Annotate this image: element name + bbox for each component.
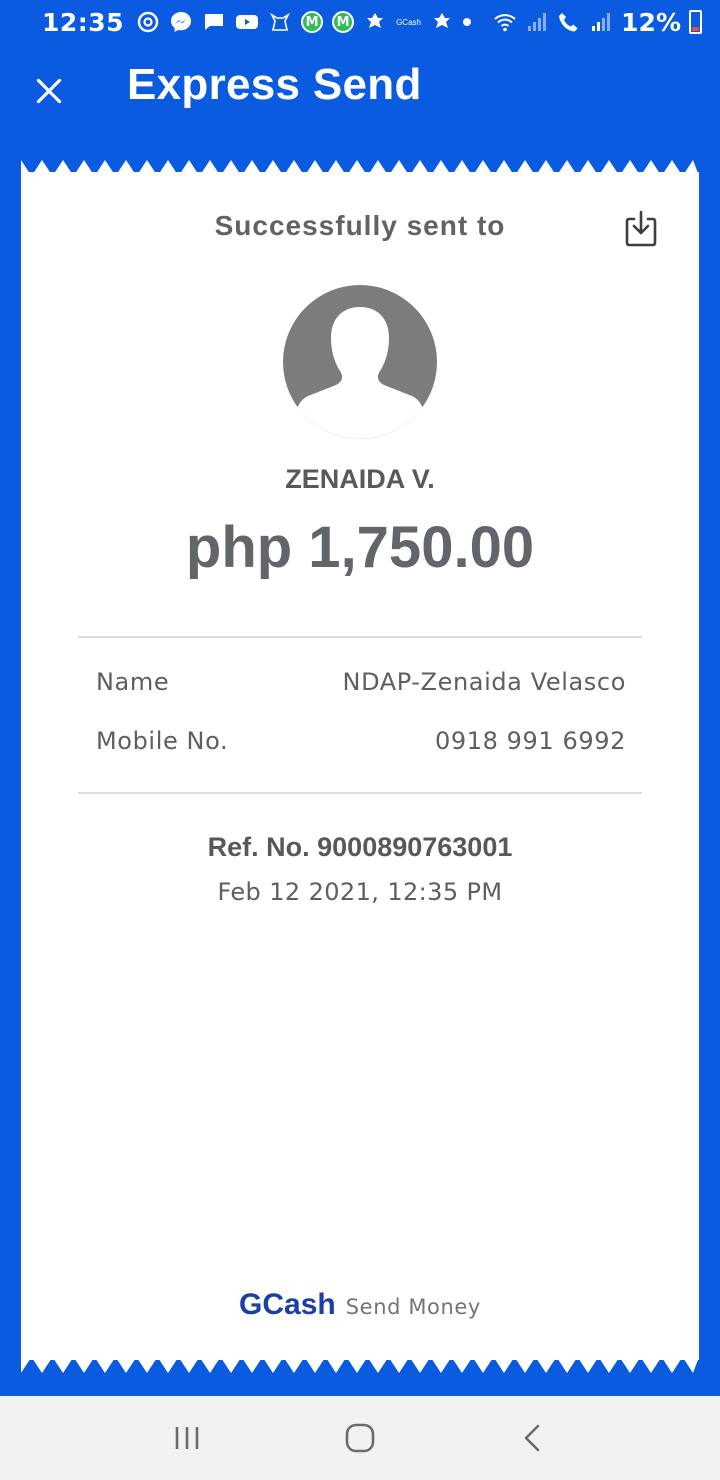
system-icons: 12% <box>493 8 702 37</box>
status-bar: 12:35 M M GCash 12% <box>0 0 720 44</box>
wifi-icon <box>493 10 517 34</box>
close-button[interactable] <box>32 74 66 108</box>
cat-icon <box>268 10 292 34</box>
brand-name: GCash <box>239 1288 336 1321</box>
gcash-notification: GCash <box>396 17 421 27</box>
wifi-calling-icon <box>557 10 581 34</box>
m-badge-1: M <box>301 11 324 33</box>
battery-icon <box>689 10 702 34</box>
signal-icon <box>525 10 549 34</box>
notification-icons: M M GCash <box>136 10 471 34</box>
success-label: Successfully sent to <box>214 210 506 241</box>
sync-icon <box>136 10 160 34</box>
person-placeholder-icon <box>297 307 423 439</box>
app-icon <box>363 10 387 34</box>
recent-apps-icon <box>175 1427 198 1449</box>
avatar <box>283 285 437 439</box>
footer-brand: GCash Send Money <box>21 1288 699 1322</box>
detail-label: Mobile No. <box>96 727 229 755</box>
messenger-icon <box>169 10 193 34</box>
divider <box>78 636 642 638</box>
battery-level: 12% <box>621 7 681 37</box>
recent-apps-button[interactable] <box>157 1408 217 1468</box>
m-badge-2: M <box>332 11 355 33</box>
reference-number: Ref. No. 9000890763001 <box>207 832 513 862</box>
page-title: Express Send <box>127 60 422 109</box>
back-button[interactable] <box>503 1408 563 1468</box>
recipient-name: ZENAIDA V. <box>285 464 435 494</box>
youtube-icon <box>235 10 259 34</box>
close-icon <box>36 78 62 104</box>
detail-row-name: Name NDAP-Zenaida Velasco <box>96 662 626 702</box>
status-time: 12:35 <box>42 7 125 37</box>
navigation-bar <box>0 1396 720 1480</box>
home-button[interactable] <box>330 1408 390 1468</box>
detail-value: 0918 991 6992 <box>434 727 626 755</box>
detail-label: Name <box>96 668 170 696</box>
amount: php 1,750.00 <box>185 515 535 580</box>
transaction-date: Feb 12 2021, 12:35 PM <box>217 878 503 906</box>
app-header: Express Send <box>0 44 720 140</box>
back-icon <box>525 1424 540 1452</box>
divider <box>78 792 642 794</box>
home-icon <box>345 1423 375 1453</box>
chat-icon <box>202 10 226 34</box>
detail-value: NDAP-Zenaida Velasco <box>342 668 626 696</box>
receipt-bottom-edge <box>21 1357 699 1373</box>
more-notifications-dot <box>462 18 471 26</box>
app-icon-2 <box>430 10 454 34</box>
download-button[interactable] <box>623 210 659 248</box>
brand-subtitle: Send Money <box>345 1295 481 1319</box>
receipt-card: Successfully sent to ZENAIDA V. php 1,75… <box>21 172 699 1360</box>
signal-icon-2 <box>589 10 613 34</box>
download-icon <box>625 210 657 247</box>
detail-row-mobile: Mobile No. 0918 991 6992 <box>96 721 626 761</box>
